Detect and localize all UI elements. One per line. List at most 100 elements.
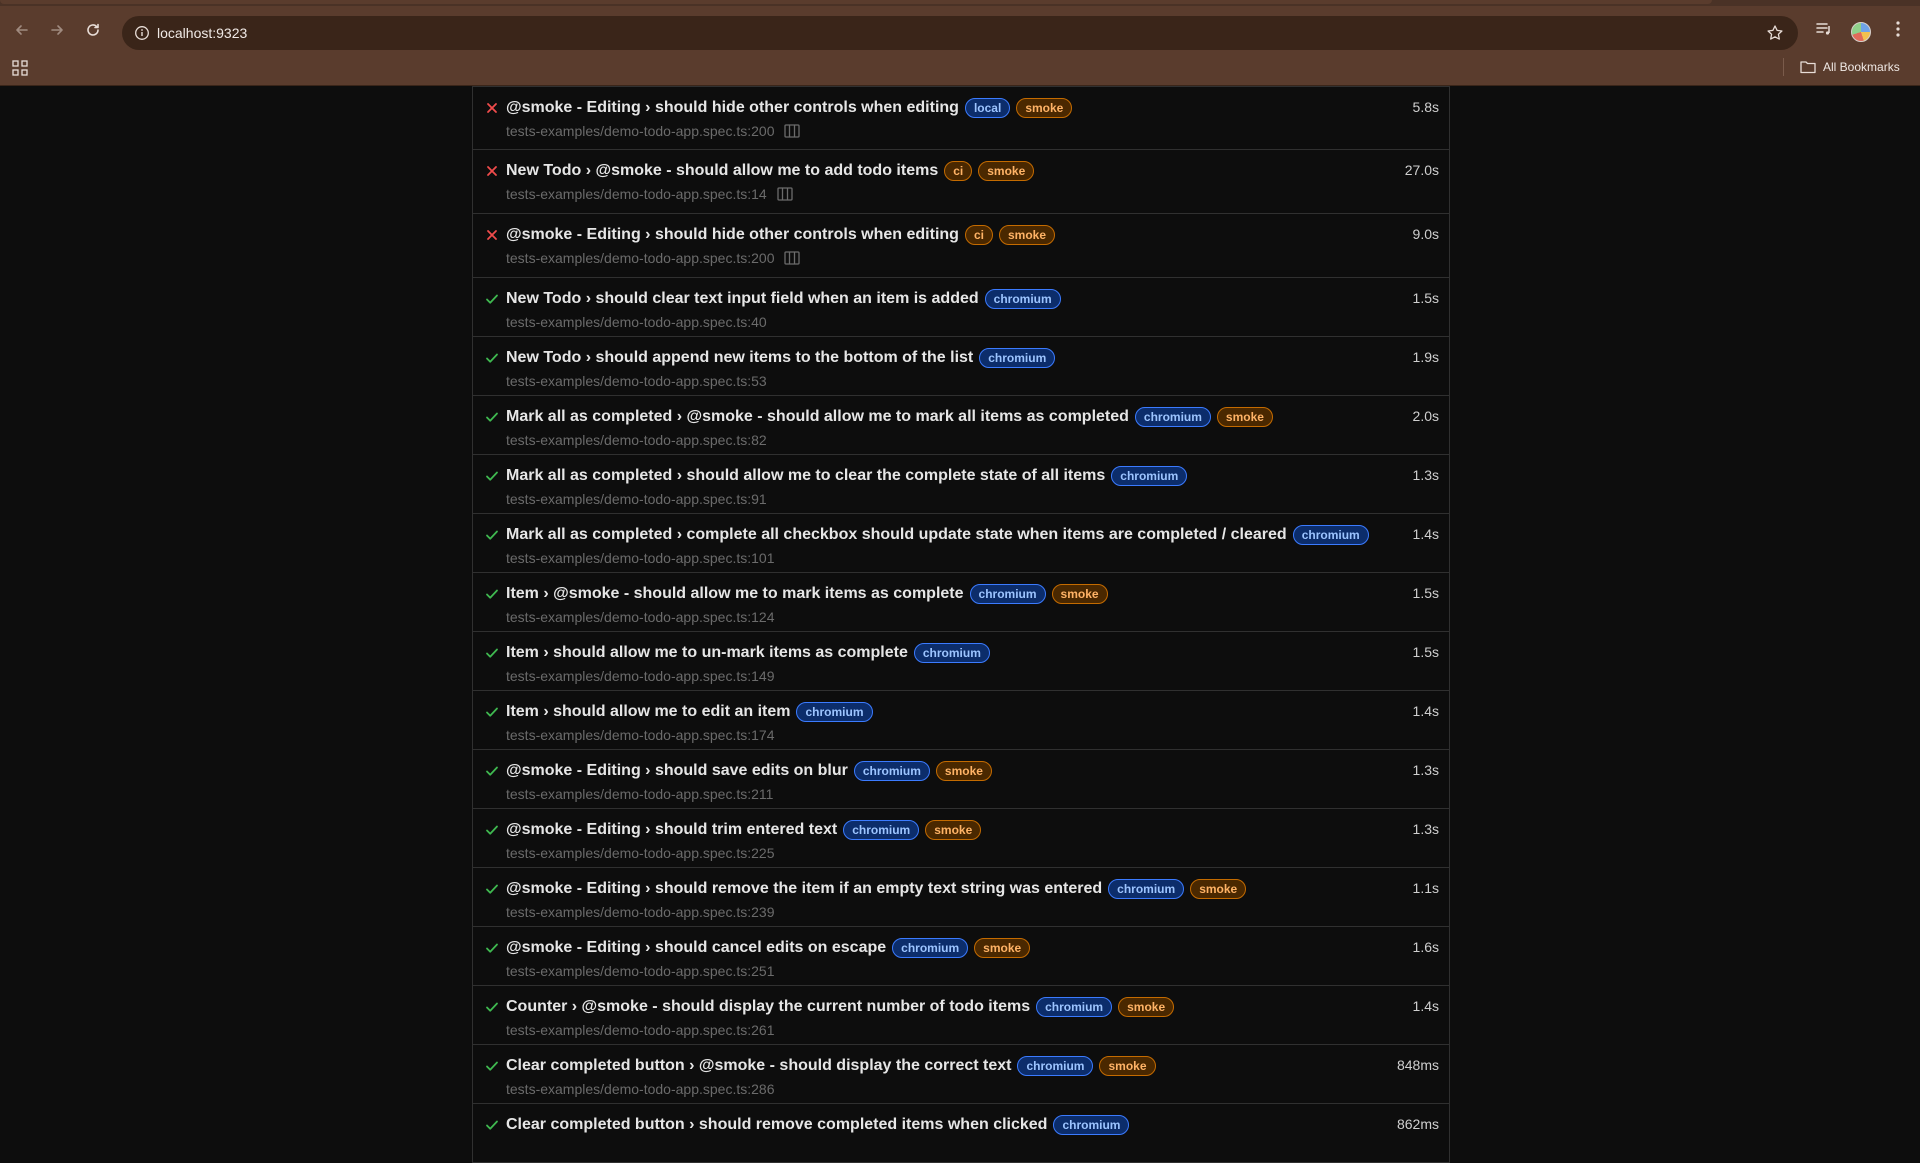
back-button[interactable] (10, 18, 34, 42)
tag-local[interactable]: local (964, 98, 1011, 118)
test-row[interactable]: @smoke - Editing › should trim entered t… (473, 809, 1449, 868)
tag-smoke[interactable]: smoke (1118, 997, 1175, 1017)
test-row[interactable]: Mark all as completed › complete all che… (473, 514, 1449, 573)
tag-chromium[interactable]: chromium (1017, 1056, 1094, 1076)
test-row[interactable]: @smoke - Editing › should remove the ite… (473, 868, 1449, 927)
tag-smoke[interactable]: smoke (935, 761, 992, 781)
report-viewport[interactable]: @smoke - Editing › should hide other con… (0, 86, 1920, 1163)
test-title[interactable]: Clear completed button › should remove c… (506, 1116, 1047, 1134)
test-title[interactable]: Item › should allow me to edit an item (506, 703, 790, 721)
tag-chromium[interactable]: chromium (1036, 997, 1113, 1017)
test-duration: 1.6s (1412, 939, 1439, 955)
test-row[interactable]: Counter › @smoke - should display the cu… (473, 986, 1449, 1045)
tag-chromium[interactable]: chromium (1053, 1115, 1130, 1135)
test-title-line: New Todo › should append new items to th… (506, 348, 1056, 368)
test-title[interactable]: @smoke - Editing › should save edits on … (506, 762, 848, 780)
test-title[interactable]: Item › should allow me to un-mark items … (506, 644, 908, 662)
passed-check-icon (486, 707, 498, 717)
tag-smoke[interactable]: smoke (998, 225, 1055, 245)
test-title[interactable]: Mark all as completed › should allow me … (506, 467, 1105, 485)
test-title-line: Clear completed button › should remove c… (506, 1115, 1130, 1135)
tag-chromium[interactable]: chromium (796, 702, 873, 722)
tag-chromium[interactable]: chromium (1111, 466, 1188, 486)
bookmark-star-icon[interactable] (1766, 24, 1784, 42)
tag-ci[interactable]: ci (964, 225, 993, 245)
test-row[interactable]: Clear completed button › @smoke - should… (473, 1045, 1449, 1104)
site-info-icon[interactable] (134, 25, 150, 41)
trace-icon[interactable] (784, 124, 801, 138)
tag-smoke[interactable]: smoke (974, 938, 1031, 958)
passed-check-icon (486, 766, 498, 776)
active-tab[interactable] (0, 0, 1712, 4)
trace-icon[interactable] (777, 187, 793, 201)
test-row[interactable]: Clear completed button › should remove c… (473, 1104, 1449, 1163)
test-row[interactable]: Item › should allow me to edit an item ch… (473, 691, 1449, 750)
test-location: tests-examples/demo-todo-app.spec.ts:174 (506, 727, 774, 743)
test-title[interactable]: @smoke - Editing › should hide other con… (506, 226, 959, 244)
test-location: tests-examples/demo-todo-app.spec.ts:261 (506, 1022, 774, 1038)
test-row[interactable]: New Todo › should clear text input field… (473, 278, 1449, 337)
test-location: tests-examples/demo-todo-app.spec.ts:251 (506, 963, 774, 979)
trace-icon[interactable] (784, 251, 801, 265)
test-row[interactable]: @smoke - Editing › should cancel edits o… (473, 927, 1449, 986)
apps-grid-icon[interactable] (12, 60, 28, 76)
test-title-line: Item › should allow me to edit an item ch… (506, 702, 873, 722)
test-title[interactable]: @smoke - Editing › should remove the ite… (506, 880, 1102, 898)
test-row[interactable]: Item › @smoke - should allow me to mark … (473, 573, 1449, 632)
test-title[interactable]: Mark all as completed › complete all che… (506, 526, 1287, 544)
tag-smoke[interactable]: smoke (978, 161, 1035, 181)
test-title-line: @smoke - Editing › should cancel edits o… (506, 938, 1031, 958)
test-duration: 5.8s (1412, 99, 1439, 115)
tag-smoke[interactable]: smoke (1051, 584, 1108, 604)
all-bookmarks-button[interactable]: All Bookmarks (1800, 57, 1900, 77)
passed-check-icon (486, 1002, 498, 1012)
test-duration: 1.5s (1412, 644, 1439, 660)
tag-chromium[interactable]: chromium (843, 820, 920, 840)
test-row[interactable]: Mark all as completed › @smoke - should … (473, 396, 1449, 455)
tag-chromium[interactable]: chromium (979, 348, 1056, 368)
test-location-text: tests-examples/demo-todo-app.spec.ts:225 (506, 845, 775, 861)
tag-ci[interactable]: ci (944, 161, 973, 181)
forward-arrow-icon (51, 25, 63, 35)
test-title[interactable]: New Todo › @smoke - should allow me to a… (506, 162, 938, 180)
reload-button[interactable] (81, 18, 105, 42)
test-results-list: @smoke - Editing › should hide other con… (472, 86, 1450, 1163)
test-row[interactable]: New Todo › should append new items to th… (473, 337, 1449, 396)
test-location-text: tests-examples/demo-todo-app.spec.ts:53 (506, 373, 767, 389)
tag-smoke[interactable]: smoke (1216, 407, 1273, 427)
tag-chromium[interactable]: chromium (892, 938, 969, 958)
test-title[interactable]: @smoke - Editing › should hide other con… (506, 99, 959, 117)
test-row[interactable]: New Todo › @smoke - should allow me to a… (473, 150, 1449, 214)
test-title[interactable]: @smoke - Editing › should cancel edits o… (506, 939, 886, 957)
tag-chromium[interactable]: chromium (984, 289, 1061, 309)
tag-smoke[interactable]: smoke (1016, 98, 1073, 118)
test-row[interactable]: @smoke - Editing › should hide other con… (473, 86, 1449, 150)
tag-chromium[interactable]: chromium (1108, 879, 1185, 899)
test-title[interactable]: New Todo › should clear text input field… (506, 290, 979, 308)
tag-chromium[interactable]: chromium (913, 643, 990, 663)
test-row[interactable]: @smoke - Editing › should hide other con… (473, 214, 1449, 278)
test-title[interactable]: Item › @smoke - should allow me to mark … (506, 585, 964, 603)
test-title[interactable]: @smoke - Editing › should trim entered t… (506, 821, 837, 839)
forward-button[interactable] (45, 18, 69, 42)
test-title[interactable]: Clear completed button › @smoke - should… (506, 1057, 1011, 1075)
tag-smoke[interactable]: smoke (1099, 1056, 1156, 1076)
test-row[interactable]: Mark all as completed › should allow me … (473, 455, 1449, 514)
tag-smoke[interactable]: smoke (925, 820, 982, 840)
address-bar[interactable]: localhost:9323 (122, 16, 1798, 50)
more-menu-icon[interactable] (1890, 20, 1906, 38)
tag-smoke[interactable]: smoke (1190, 879, 1247, 899)
test-title[interactable]: New Todo › should append new items to th… (506, 349, 973, 367)
test-row[interactable]: @smoke - Editing › should save edits on … (473, 750, 1449, 809)
tag-chromium[interactable]: chromium (853, 761, 930, 781)
url-text[interactable]: localhost:9323 (157, 25, 247, 41)
tag-chromium[interactable]: chromium (969, 584, 1046, 604)
test-title[interactable]: Mark all as completed › @smoke - should … (506, 408, 1129, 426)
test-row[interactable]: Item › should allow me to un-mark items … (473, 632, 1449, 691)
test-title[interactable]: Counter › @smoke - should display the cu… (506, 998, 1030, 1016)
media-controls-icon[interactable] (1815, 20, 1833, 38)
tag-chromium[interactable]: chromium (1292, 525, 1369, 545)
tag-chromium[interactable]: chromium (1134, 407, 1211, 427)
profile-avatar[interactable] (1851, 22, 1871, 42)
test-location: tests-examples/demo-todo-app.spec.ts:239 (506, 904, 774, 920)
